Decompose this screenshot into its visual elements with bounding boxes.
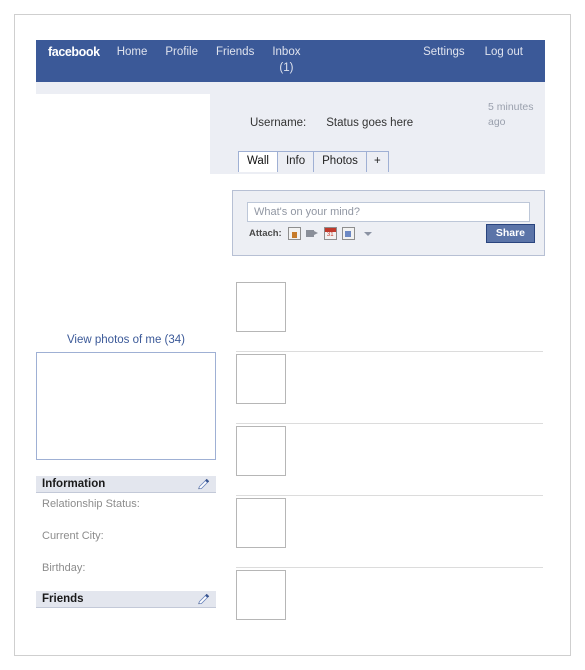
feed-item[interactable]	[236, 496, 546, 568]
tab-info-label: Info	[285, 155, 306, 167]
event-icon[interactable]	[323, 227, 337, 240]
feed-item-thumbnail	[236, 498, 286, 548]
photos-panel	[36, 352, 216, 460]
pencil-icon[interactable]	[197, 593, 210, 606]
information-rows: Relationship Status: Current City: Birth…	[36, 493, 216, 575]
share-button[interactable]: Share	[485, 224, 535, 243]
feed-item[interactable]	[236, 568, 546, 640]
attachment-toolbar: Attach:	[249, 227, 372, 240]
friends-section: Friends	[36, 591, 216, 608]
nav-item-profile-label: Profile	[165, 46, 198, 58]
tab-info[interactable]: Info	[276, 151, 315, 172]
nav-item-inbox-label: Inbox	[272, 46, 301, 58]
profile-tabs: Wall Info Photos +	[238, 150, 389, 172]
navbar-account-links: Settings Log out	[413, 45, 533, 60]
pencil-icon[interactable]	[197, 478, 210, 491]
tab-wall-label: Wall	[247, 155, 269, 167]
video-icon[interactable]	[305, 227, 319, 240]
profile-status-row: Username: Status goes here	[250, 117, 413, 129]
view-photos-link[interactable]: View photos of me (34)	[36, 330, 216, 352]
attach-label: Attach:	[249, 228, 282, 239]
tab-add[interactable]: +	[365, 151, 389, 172]
nav-item-home[interactable]: Home	[108, 45, 157, 60]
header-grey-band	[36, 82, 545, 94]
page-root: { "navbar": { "brand": "facebook", "link…	[0, 0, 585, 670]
link-icon[interactable]	[341, 227, 355, 240]
information-title: Information	[42, 478, 106, 490]
chevron-down-icon[interactable]	[363, 231, 372, 236]
nav-item-settings-label: Settings	[423, 46, 465, 58]
feed-item[interactable]	[236, 424, 546, 496]
profile-username-label: Username:	[250, 117, 307, 129]
feed-item-thumbnail	[236, 426, 286, 476]
navbar-primary-links: facebook Home Profile Friends Inbox (1)	[48, 45, 309, 76]
nav-item-inbox[interactable]: Inbox (1)	[263, 45, 309, 76]
nav-item-logout[interactable]: Log out	[475, 45, 533, 60]
feed-item-thumbnail	[236, 570, 286, 620]
nav-item-logout-label: Log out	[484, 46, 523, 58]
nav-item-profile[interactable]: Profile	[156, 45, 207, 60]
tab-wall[interactable]: Wall	[238, 151, 278, 172]
feed-item[interactable]	[236, 280, 546, 352]
feed-item-thumbnail	[236, 354, 286, 404]
info-row-birthday: Birthday:	[42, 562, 86, 574]
nav-item-home-label: Home	[116, 46, 148, 58]
tab-photos[interactable]: Photos	[313, 151, 367, 172]
profile-status-text: Status goes here	[326, 117, 414, 129]
info-row-current-city: Current City:	[42, 530, 104, 542]
top-navbar: facebook Home Profile Friends Inbox (1) …	[36, 40, 545, 82]
nav-item-settings[interactable]: Settings	[413, 45, 475, 60]
facebook-logo[interactable]: facebook	[48, 45, 108, 60]
profile-avatar-placeholder	[36, 94, 210, 174]
feed-item-thumbnail	[236, 282, 286, 332]
photo-icon[interactable]	[287, 227, 301, 240]
nav-item-friends-label: Friends	[215, 46, 255, 58]
status-composer: Attach: Share	[232, 190, 545, 256]
status-input[interactable]	[247, 202, 530, 222]
tab-add-label: +	[373, 155, 381, 167]
friends-title: Friends	[42, 593, 84, 605]
information-section-header: Information	[36, 476, 216, 493]
info-row-relationship-status: Relationship Status:	[42, 498, 140, 510]
friends-section-header: Friends	[36, 591, 216, 608]
information-section: Information Relationship Status: Current…	[36, 476, 216, 575]
inbox-unread-count: (1)	[279, 62, 294, 74]
left-sidebar: View photos of me (34) Information Relat…	[36, 330, 216, 608]
wall-feed	[236, 280, 546, 640]
status-timestamp: 5 minutes ago	[488, 101, 534, 128]
tab-photos-label: Photos	[322, 155, 358, 167]
nav-item-friends[interactable]: Friends	[207, 45, 263, 60]
feed-item[interactable]	[236, 352, 546, 424]
